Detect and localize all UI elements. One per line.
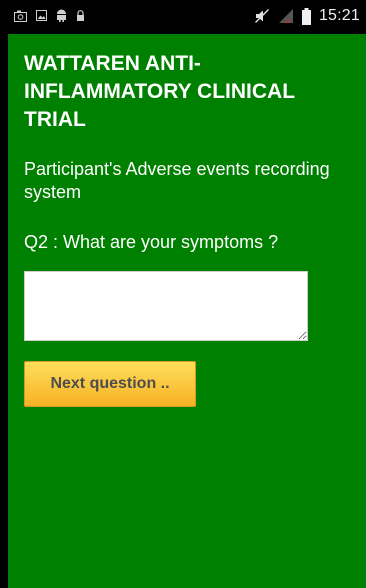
page-title: WATTAREN ANTI-INFLAMMATORY CLINICAL TRIA… bbox=[24, 52, 295, 131]
page-subtitle: Participant's Adverse events recording s… bbox=[24, 159, 330, 202]
mute-icon bbox=[254, 8, 270, 24]
phone-screen: 15:21 WATTAREN ANTI-INFLAMMATORY CLINICA… bbox=[8, 0, 366, 588]
status-clock: 15:21 bbox=[318, 7, 360, 24]
android-debug-icon bbox=[56, 9, 67, 22]
question-label: Q2 : What are your symptoms ? bbox=[24, 232, 279, 252]
symptoms-input[interactable] bbox=[24, 271, 308, 341]
battery-icon bbox=[301, 7, 311, 25]
gallery-icon bbox=[36, 10, 47, 21]
lock-icon bbox=[76, 10, 85, 21]
status-notification-icons bbox=[14, 9, 85, 22]
next-question-button[interactable]: Next question .. bbox=[24, 361, 196, 407]
survey-screen: WATTAREN ANTI-INFLAMMATORY CLINICAL TRIA… bbox=[8, 34, 366, 588]
status-system-icons: 15:21 bbox=[254, 7, 360, 25]
screenshot-icon bbox=[14, 10, 27, 22]
status-bar: 15:21 bbox=[8, 0, 366, 34]
signal-icon bbox=[278, 8, 294, 24]
